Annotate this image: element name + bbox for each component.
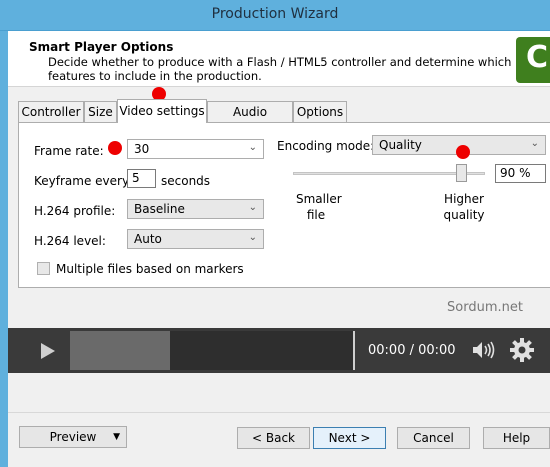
gear-icon[interactable] xyxy=(508,336,536,364)
timeline[interactable] xyxy=(170,331,353,370)
logo-letter: C xyxy=(526,40,549,75)
frame-rate-select[interactable]: 30 ⌄ xyxy=(127,139,264,159)
preview-button-label: Preview xyxy=(49,430,97,444)
buffer-bar xyxy=(70,331,170,370)
h264-profile-value: Baseline xyxy=(134,202,185,216)
multiple-files-label: Multiple files based on markers xyxy=(56,262,244,276)
tab-video-settings[interactable]: Video settings xyxy=(117,99,207,123)
tab-options[interactable]: Options xyxy=(293,101,347,122)
tab-size[interactable]: Size xyxy=(84,101,117,122)
title-bar: Production Wizard xyxy=(0,0,550,31)
slider-min-label: Smaller file xyxy=(296,192,342,222)
tab-audio-settings[interactable]: Audio settings xyxy=(207,101,293,139)
cancel-button[interactable]: Cancel xyxy=(397,427,470,449)
encoding-mode-label: Encoding mode: xyxy=(277,139,375,153)
play-icon[interactable] xyxy=(32,328,62,373)
quality-percent-field[interactable]: 90 % xyxy=(495,164,546,183)
frame-rate-value: 30 xyxy=(134,142,150,156)
keyframe-label: Keyframe every: xyxy=(34,174,133,188)
header-description: Decide whether to produce with a Flash /… xyxy=(48,55,512,83)
multiple-files-checkbox[interactable] xyxy=(37,262,50,275)
chevron-down-icon: ⌄ xyxy=(248,202,257,213)
next-button[interactable]: Next > xyxy=(313,427,386,449)
keyframe-input[interactable]: 5 xyxy=(127,169,156,188)
slider-min-label-line2: file xyxy=(306,208,326,222)
wizard-header: Smart Player Options Decide whether to p… xyxy=(8,31,550,87)
chevron-down-icon: ⌄ xyxy=(530,138,539,149)
slider-max-label-line1: Higher xyxy=(444,192,484,206)
help-button[interactable]: Help xyxy=(483,427,550,449)
volume-icon[interactable] xyxy=(471,340,499,360)
h264-profile-label: H.264 profile: xyxy=(34,204,116,218)
chevron-down-icon: ⌄ xyxy=(248,142,257,153)
keyframe-value: 5 xyxy=(132,171,140,185)
preview-button[interactable]: Preview ▼ xyxy=(19,426,127,448)
slider-max-label-line2: quality xyxy=(443,208,485,222)
watermark: Sordum.net xyxy=(447,300,523,315)
tab-controller[interactable]: Controller xyxy=(18,101,84,122)
h264-level-value: Auto xyxy=(134,232,162,246)
frame-rate-label: Frame rate: xyxy=(34,144,104,158)
header-title: Smart Player Options xyxy=(29,40,174,54)
footer-divider xyxy=(8,412,550,413)
h264-level-label: H.264 level: xyxy=(34,234,106,248)
player-preview: 00:00 / 00:00 xyxy=(8,328,550,373)
annotation-marker xyxy=(456,145,470,159)
annotation-marker xyxy=(108,141,122,155)
divider xyxy=(353,331,355,370)
keyframe-unit: seconds xyxy=(161,174,211,188)
slider-min-label-line1: Smaller xyxy=(296,192,342,206)
quality-slider-thumb[interactable] xyxy=(455,164,467,182)
window-frame-left xyxy=(0,31,8,467)
encoding-mode-value: Quality xyxy=(379,138,422,152)
window-title: Production Wizard xyxy=(211,6,339,22)
h264-level-select[interactable]: Auto ⌄ xyxy=(127,229,264,249)
camtasia-logo: C xyxy=(516,37,550,83)
time-display: 00:00 / 00:00 xyxy=(368,343,456,358)
chevron-down-icon: ⌄ xyxy=(248,232,257,243)
dropdown-arrow-icon: ▼ xyxy=(113,432,120,442)
quality-percent-value: 90 % xyxy=(500,166,531,180)
slider-max-label: Higher quality xyxy=(442,192,486,222)
h264-profile-select[interactable]: Baseline ⌄ xyxy=(127,199,264,219)
back-button[interactable]: < Back xyxy=(237,427,310,449)
